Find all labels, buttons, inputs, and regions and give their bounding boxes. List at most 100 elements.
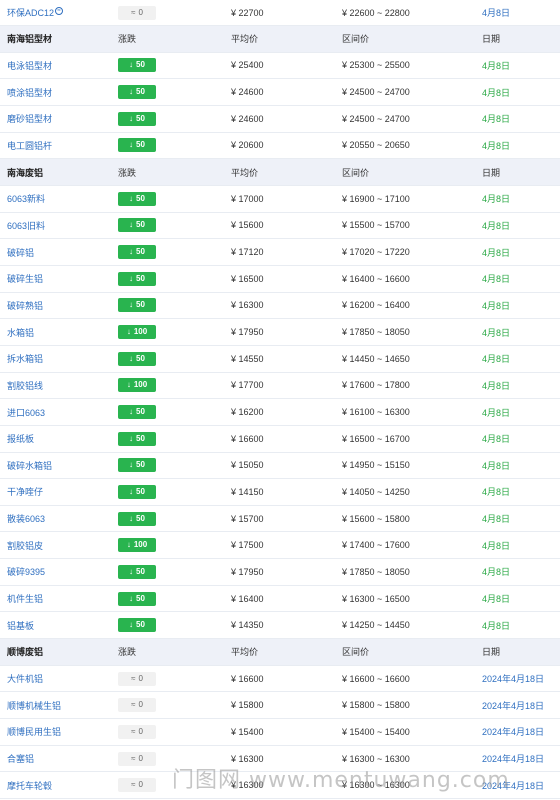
product-name-link[interactable]: 大件机铝 — [0, 672, 118, 685]
product-name-link[interactable]: 破碎铝 — [0, 246, 118, 259]
change-value: 50 — [136, 87, 145, 97]
change-badge: ≈0 — [118, 698, 156, 713]
avg-price: ¥ 16200 — [231, 407, 264, 418]
range-price: ¥ 20550 ~ 20650 — [342, 140, 410, 151]
approx-icon: ≈ — [131, 673, 136, 683]
table-row: 6063新料 ↓ 50 ¥ 17000 ¥ 16900 ~ 17100 4月8日 — [0, 186, 560, 213]
change-badge: ↓ 50 — [118, 511, 156, 526]
product-name-link[interactable]: 报纸板 — [0, 432, 118, 445]
section-header: 顺博废铝 涨跌 平均价 区间价 日期 — [0, 639, 560, 666]
product-name-link[interactable]: 磨砂铝型材 — [0, 112, 118, 125]
product-name-link[interactable]: 摩托车轮毂 — [0, 779, 118, 792]
change-badge: ↓ 50 — [118, 591, 156, 606]
approx-icon: ≈ — [131, 753, 136, 763]
change-cell: ↓ 100 — [118, 538, 231, 553]
change-cell: ↓ 50 — [118, 458, 231, 473]
product-name-link[interactable]: 水箱铝 — [0, 326, 118, 339]
arrow-down-icon: ↓ — [129, 87, 134, 97]
product-name-link[interactable]: 铝基板 — [0, 619, 118, 632]
range-price: ¥ 16500 ~ 16700 — [342, 433, 410, 444]
product-name-link[interactable]: 喷涂铝型材 — [0, 86, 118, 99]
table-row: 破碎铝 ↓ 50 ¥ 17120 ¥ 17020 ~ 17220 4月8日 — [0, 239, 560, 266]
table-row: 破碎熟铝 ↓ 50 ¥ 16300 ¥ 16200 ~ 16400 4月8日 — [0, 293, 560, 320]
product-name-link[interactable]: 机件生铝 — [0, 592, 118, 605]
change-badge: ↓ 50 — [118, 85, 156, 100]
table-row: 报纸板 ↓ 50 ¥ 16600 ¥ 16500 ~ 16700 4月8日 — [0, 426, 560, 453]
change-value: 100 — [133, 327, 148, 337]
product-name-link[interactable]: 电泳铝型材 — [0, 59, 118, 72]
arrow-down-icon: ↓ — [129, 593, 134, 603]
change-value: 50 — [136, 60, 145, 70]
table-row: 干净喹仔 ↓ 50 ¥ 14150 ¥ 14050 ~ 14250 4月8日 — [0, 479, 560, 506]
change-cell: ↓ 50 — [118, 298, 231, 313]
section-title: 南海废铝 — [7, 167, 44, 178]
change-cell: ↓ 50 — [118, 405, 231, 420]
date-cell: 4月8日 — [482, 220, 511, 231]
product-name-link[interactable]: 破碎9395 — [0, 565, 118, 578]
table-row: 割胶铝皮 ↓ 100 ¥ 17500 ¥ 17400 ~ 17600 4月8日 — [0, 532, 560, 560]
product-name-link[interactable]: 破碎水箱铝 — [0, 459, 118, 472]
range-price: ¥ 17400 ~ 17600 — [342, 540, 410, 551]
product-name-link[interactable]: 顺博民用生铝 — [0, 725, 118, 738]
arrow-down-icon: ↓ — [129, 407, 134, 417]
product-name-link[interactable]: 6063旧料 — [0, 219, 118, 232]
range-price: ¥ 16300 ~ 16500 — [342, 593, 410, 604]
date-cell: 4月8日 — [482, 460, 511, 471]
section-title: 顺博废铝 — [7, 647, 44, 658]
product-name-link[interactable]: 割胶铝皮 — [0, 539, 118, 552]
watermark: 门图网 www.mentuwang.com — [172, 768, 510, 793]
avg-price: ¥ 16500 — [231, 273, 264, 284]
change-badge: ↓ 50 — [118, 298, 156, 313]
avg-price: ¥ 22700 — [231, 7, 264, 18]
product-name-link[interactable]: 割胶铝线 — [0, 379, 118, 392]
date-cell: 4月8日 — [482, 140, 511, 151]
table-row: 大件机铝 ≈0 ¥ 16600 ¥ 16600 ~ 16600 2024年4月18日 — [0, 666, 560, 693]
arrow-down-icon: ↓ — [129, 566, 134, 576]
product-name[interactable]: 环保ADC12 — [7, 8, 54, 18]
header-change: 涨跌 — [118, 34, 137, 45]
product-name-link[interactable]: 进口6063 — [0, 406, 118, 419]
table-row: 顺博机械生铝 ≈0 ¥ 15800 ¥ 15800 ~ 15800 2024年4月18日 — [0, 692, 560, 720]
product-name-link[interactable]: 散装6063 — [0, 512, 118, 525]
change-value: 50 — [136, 300, 145, 310]
product-name-link[interactable]: 拆水箱铝 — [0, 352, 118, 365]
change-cell: ↓ 50 — [118, 511, 231, 526]
change-cell: ↓ 50 — [118, 58, 231, 73]
header-range: 区间价 — [342, 34, 370, 45]
change-cell: ≈0 — [118, 5, 231, 20]
avg-price: ¥ 14550 — [231, 353, 264, 364]
table-row: 破碎水箱铝 ↓ 50 ¥ 15050 ¥ 14950 ~ 15150 4月8日 — [0, 453, 560, 480]
table-row: 割胶铝线 ↓ 100 ¥ 17700 ¥ 17600 ~ 17800 4月8日 — [0, 373, 560, 400]
product-name-link[interactable]: 干净喹仔 — [0, 485, 118, 498]
change-cell: ↓ 50 — [118, 484, 231, 499]
change-value: 50 — [136, 566, 145, 576]
range-price: ¥ 17850 ~ 18050 — [342, 327, 410, 338]
table-row: 电工圆铝杆 ↓ 50 ¥ 20600 ¥ 20550 ~ 20650 4月8日 — [0, 133, 560, 160]
product-name-link[interactable]: 破碎生铝 — [0, 272, 118, 285]
header-avg: 平均价 — [231, 647, 259, 658]
product-name-link[interactable]: 电工圆铝杆 — [0, 139, 118, 152]
range-price: ¥ 16900 ~ 17100 — [342, 193, 410, 204]
change-value: 0 — [138, 673, 143, 683]
change-badge: ↓ 50 — [118, 458, 156, 473]
change-badge: ↓ 100 — [118, 378, 156, 393]
arrow-down-icon: ↓ — [129, 353, 134, 363]
avg-price: ¥ 25400 — [231, 60, 264, 71]
change-cell: ≈0 — [118, 671, 231, 686]
product-name-link[interactable]: 合塞铝 — [0, 752, 118, 765]
product-name-link[interactable]: 破碎熟铝 — [0, 299, 118, 312]
table-row: 顺博民用生铝 ≈0 ¥ 15400 ¥ 15400 ~ 15400 2024年4月18日 — [0, 719, 560, 746]
range-price: ¥ 22600 ~ 22800 — [342, 7, 410, 18]
date-cell: 2024年4月18日 — [482, 700, 545, 711]
change-value: 50 — [136, 273, 145, 283]
change-value: 0 — [138, 700, 143, 710]
product-name-link[interactable]: 6063新料 — [0, 192, 118, 205]
avg-price: ¥ 16400 — [231, 593, 264, 604]
change-cell: ↓ 50 — [118, 351, 231, 366]
product-name-link[interactable]: 顺博机械生铝 — [0, 699, 118, 712]
product-name-link[interactable]: 环保ADC12 ≈ — [0, 6, 118, 19]
date-cell: 2024年4月18日 — [482, 727, 545, 738]
change-value: 50 — [136, 220, 145, 230]
arrow-down-icon: ↓ — [129, 220, 134, 230]
change-badge: ≈0 — [118, 671, 156, 686]
